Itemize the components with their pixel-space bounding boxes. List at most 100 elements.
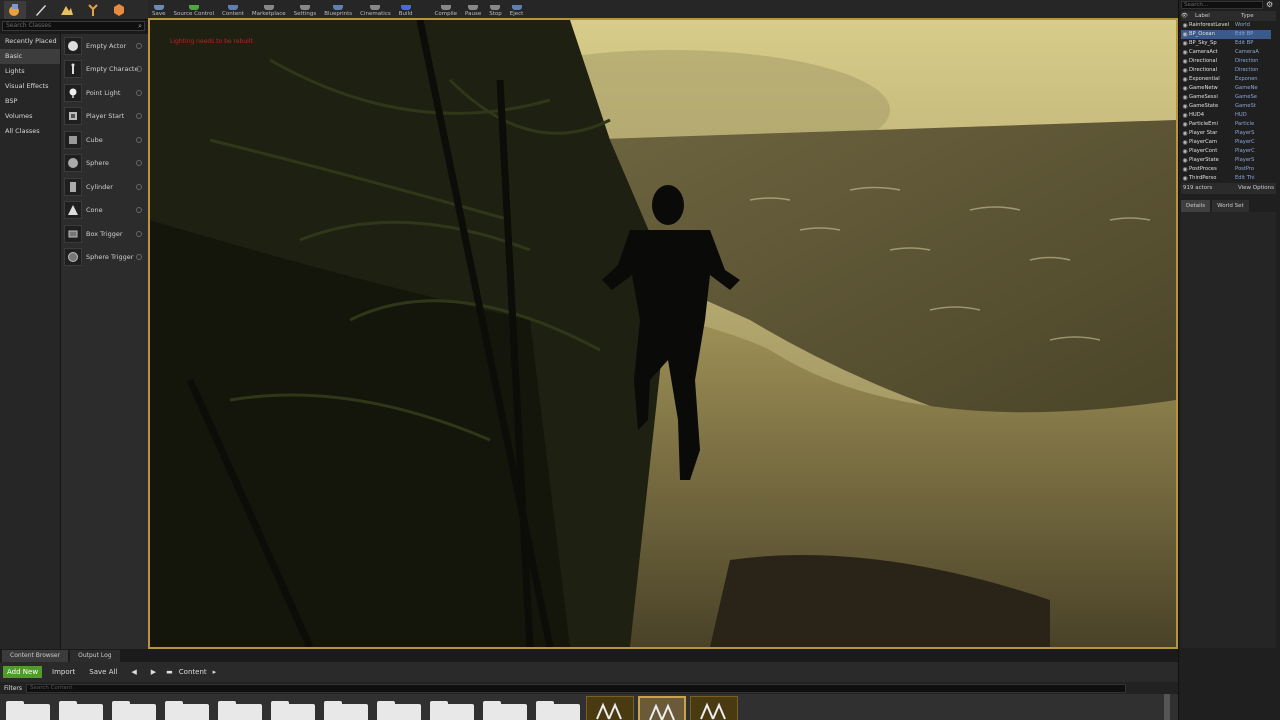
visibility-icon[interactable]: ◉ xyxy=(1181,102,1189,111)
geometry-mode-icon[interactable] xyxy=(108,1,130,19)
category-visual-effects[interactable]: Visual Effects xyxy=(0,79,60,94)
outliner-row[interactable]: ◉ ParticleEmi Particle xyxy=(1181,120,1271,129)
import-button[interactable]: Import xyxy=(48,666,79,678)
outliner-row[interactable]: ◉ Directional Direction xyxy=(1181,57,1271,66)
tab-world-settings[interactable]: World Set xyxy=(1212,200,1249,212)
forward-arrow-icon[interactable]: ▶ xyxy=(147,666,160,678)
add-new-button[interactable]: Add New xyxy=(3,666,43,678)
compile-button[interactable]: Compile xyxy=(431,0,462,18)
folder-icon[interactable] xyxy=(112,701,156,720)
outliner-row[interactable]: ◉ GameState GameSt xyxy=(1181,102,1271,111)
visibility-icon[interactable]: ◉ xyxy=(1181,138,1189,147)
visibility-icon[interactable]: ◉ xyxy=(1181,93,1189,102)
class-item-cone[interactable]: Cone xyxy=(61,199,148,223)
folder-icon[interactable] xyxy=(59,701,103,720)
category-all-classes[interactable]: All Classes xyxy=(0,124,60,139)
landscape-mode-icon[interactable] xyxy=(56,1,78,19)
tab-content-browser[interactable]: Content Browser xyxy=(2,650,69,662)
outliner-row[interactable]: ◉ Player Star PlayerS xyxy=(1181,129,1271,138)
category-lights[interactable]: Lights xyxy=(0,64,60,79)
category-recently-placed[interactable]: Recently Placed xyxy=(0,34,60,49)
chevron-right-icon[interactable]: ▸ xyxy=(213,668,217,676)
class-item-sphere-trigger[interactable]: Sphere Trigger xyxy=(61,246,148,270)
class-item-box-trigger[interactable]: Box Trigger xyxy=(61,222,148,246)
visibility-icon[interactable]: ◉ xyxy=(1181,84,1189,93)
folder-icon[interactable] xyxy=(6,701,50,720)
visibility-icon[interactable]: ◉ xyxy=(1181,66,1189,75)
visibility-icon[interactable]: ◉ xyxy=(1181,39,1189,48)
paint-mode-icon[interactable] xyxy=(30,1,52,19)
visibility-icon[interactable]: ◉ xyxy=(1181,75,1189,84)
cinematics-button[interactable]: Cinematics xyxy=(356,0,395,18)
foliage-mode-icon[interactable] xyxy=(82,1,104,19)
folder-icon[interactable] xyxy=(430,701,474,720)
outliner-search-input[interactable]: Search... xyxy=(1181,1,1263,9)
settings-icon[interactable]: ⚙ xyxy=(1266,0,1276,10)
visibility-icon[interactable]: ◉ xyxy=(1181,156,1189,165)
search-classes-input[interactable]: Search Classes ⌕ xyxy=(2,21,145,31)
category-bsp[interactable]: BSP xyxy=(0,94,60,109)
asset-thumbnail[interactable] xyxy=(690,696,738,720)
outliner-row[interactable]: ◉ PlayerCont PlayerC xyxy=(1181,147,1271,156)
outliner-row[interactable]: ◉ BP_Ocean Edit BP xyxy=(1181,30,1271,39)
level-viewport[interactable]: Lighting needs to be rebuilt xyxy=(148,18,1178,649)
search-content-input[interactable]: Search Content xyxy=(26,683,1126,693)
path-breadcrumb[interactable]: Content xyxy=(179,668,207,676)
build-button[interactable]: Build xyxy=(395,0,417,18)
view-options-button[interactable]: View Options xyxy=(1238,183,1274,194)
marketplace-button[interactable]: Marketplace xyxy=(248,0,290,18)
class-item-empty-character[interactable]: Empty Characte xyxy=(61,58,148,82)
outliner-row[interactable]: ◉ BP_Sky_Sp Edit BP xyxy=(1181,39,1271,48)
visibility-icon[interactable]: ◉ xyxy=(1181,21,1189,30)
folder-icon[interactable] xyxy=(536,701,580,720)
back-arrow-icon[interactable]: ◀ xyxy=(127,666,140,678)
visibility-icon[interactable]: ◉ xyxy=(1181,48,1189,57)
outliner-col-label[interactable]: Label xyxy=(1189,11,1241,21)
category-volumes[interactable]: Volumes xyxy=(0,109,60,124)
class-item-cube[interactable]: Cube xyxy=(61,128,148,152)
place-mode-icon[interactable] xyxy=(4,0,26,19)
asset-scrollbar[interactable] xyxy=(1164,694,1170,720)
blueprints-button[interactable]: Blueprints xyxy=(320,0,356,18)
eject-button[interactable]: Eject xyxy=(506,0,528,18)
content-button[interactable]: Content xyxy=(218,0,248,18)
visibility-icon[interactable]: ◉ xyxy=(1181,147,1189,156)
save-all-button[interactable]: Save All xyxy=(85,666,121,678)
category-basic[interactable]: Basic xyxy=(0,49,60,64)
visibility-icon[interactable]: ◉ xyxy=(1181,129,1189,138)
outliner-row[interactable]: ◉ Directional Direction xyxy=(1181,66,1271,75)
class-item-point-light[interactable]: Point Light xyxy=(61,81,148,105)
folder-icon[interactable] xyxy=(165,701,209,720)
visibility-icon[interactable]: ◉ xyxy=(1181,111,1189,120)
asset-thumbnail[interactable] xyxy=(638,696,686,720)
outliner-row[interactable]: ◉ Exponential Exponen xyxy=(1181,75,1271,84)
folder-icon[interactable] xyxy=(483,701,527,720)
filters-button[interactable]: Filters xyxy=(4,685,22,692)
stop-button[interactable]: Stop xyxy=(485,0,506,18)
visibility-icon[interactable]: ◉ xyxy=(1181,30,1189,39)
visibility-icon[interactable]: ◉ xyxy=(1181,174,1189,181)
outliner-row[interactable]: ◉ RainforestLevel World xyxy=(1181,21,1271,30)
outliner-row[interactable]: ◉ PlayerState PlayerS xyxy=(1181,156,1271,165)
settings-button[interactable]: Settings xyxy=(290,0,321,18)
outliner-row[interactable]: ◉ ThirdPerso Edit Thi xyxy=(1181,174,1271,181)
source-control-button[interactable]: Source Control xyxy=(170,0,219,18)
outliner-row[interactable]: ◉ CameraAct CameraA xyxy=(1181,48,1271,57)
outliner-row[interactable]: ◉ GameNetw GameNe xyxy=(1181,84,1271,93)
asset-thumbnail[interactable] xyxy=(586,696,634,720)
tab-output-log[interactable]: Output Log xyxy=(70,650,120,662)
pause-button[interactable]: Pause xyxy=(461,0,485,18)
visibility-icon[interactable]: ◉ xyxy=(1181,57,1189,66)
outliner-col-type[interactable]: Type xyxy=(1241,11,1254,21)
visibility-icon[interactable]: ◉ xyxy=(1181,165,1189,174)
folder-icon[interactable] xyxy=(377,701,421,720)
class-item-empty-actor[interactable]: Empty Actor xyxy=(61,34,148,58)
outliner-row[interactable]: ◉ GameSessi GameSe xyxy=(1181,93,1271,102)
visibility-icon[interactable]: ◉ xyxy=(1181,120,1189,129)
outliner-row[interactable]: ◉ PlayerCam PlayerC xyxy=(1181,138,1271,147)
save-button[interactable]: Save xyxy=(148,0,170,18)
outliner-row[interactable]: ◉ HUD4 HUD xyxy=(1181,111,1271,120)
class-item-sphere[interactable]: Sphere xyxy=(61,152,148,176)
folder-icon[interactable] xyxy=(324,701,368,720)
folder-icon[interactable] xyxy=(218,701,262,720)
